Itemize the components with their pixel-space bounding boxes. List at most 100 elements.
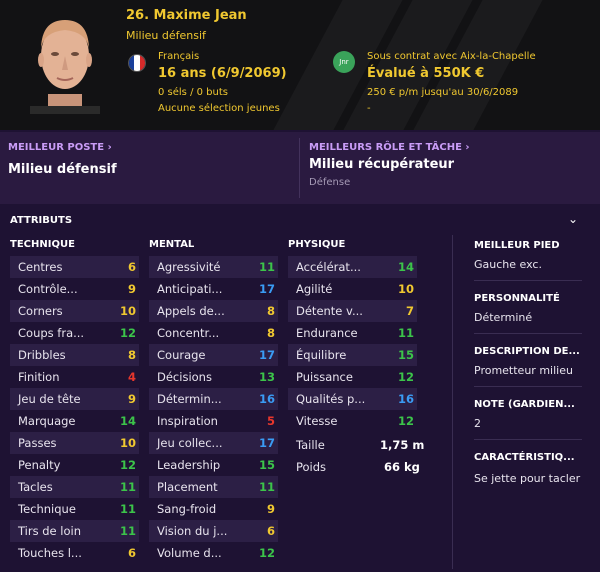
attribute-row[interactable]: Équilibre 15	[288, 344, 417, 366]
attribute-row[interactable]: Dribbles 8	[10, 344, 139, 366]
attribute-label: Qualités p...	[296, 392, 366, 406]
attribute-row[interactable]: Penalty 12	[10, 454, 139, 476]
attribute-label: Contrôle...	[18, 282, 78, 296]
attribute-value: 5	[266, 414, 275, 428]
attribute-row[interactable]: Passes 10	[10, 432, 139, 454]
attribute-row[interactable]: Détermin... 16	[149, 388, 278, 410]
attribute-value: 10	[119, 304, 136, 318]
physique-list: Accélérat... 14 Agilité 10 Détente v... 7 Endu…	[288, 256, 417, 432]
personality-label: PERSONNALITÉ	[474, 293, 560, 304]
attribute-row[interactable]: Décisions 13	[149, 366, 278, 388]
player-avatar	[30, 20, 100, 114]
attribute-row[interactable]: Détente v... 7	[288, 300, 417, 322]
best-role-link[interactable]: MEILLEURS RÔLE ET TÂCHE ›	[309, 142, 470, 153]
attribute-label: Accélérat...	[296, 260, 361, 274]
attribute-row[interactable]: Marquage 14	[10, 410, 139, 432]
attribute-label: Marquage	[18, 414, 76, 428]
player-name: 26. Maxime Jean	[126, 8, 247, 23]
player-contract[interactable]: Sous contrat avec Aix-la-Chapelle	[367, 51, 536, 62]
attribute-row[interactable]: Inspiration 5	[149, 410, 278, 432]
attribute-value: 6	[127, 260, 136, 274]
attribute-label: Concentr...	[157, 326, 220, 340]
attribute-label: Tacles	[18, 480, 53, 494]
player-value: Évalué à 550K €	[367, 66, 485, 81]
attribute-row[interactable]: Endurance 11	[288, 322, 417, 344]
attribute-value: 12	[119, 458, 136, 472]
attribute-label: Équilibre	[296, 348, 347, 362]
attribute-label: Corners	[18, 304, 63, 318]
attribute-value: 17	[258, 282, 275, 296]
attribute-row[interactable]: Anticipati... 17	[149, 278, 278, 300]
traits-value[interactable]: Se jette pour tacler	[474, 472, 580, 485]
attribute-row[interactable]: Contrôle... 9	[10, 278, 139, 300]
attributes-title: ATTRIBUTS	[10, 215, 73, 226]
attribute-value: 9	[127, 392, 136, 406]
attribute-label: Placement	[157, 480, 218, 494]
attribute-row[interactable]: Appels de... 8	[149, 300, 278, 322]
best-foot-value: Gauche exc.	[474, 258, 542, 271]
attribute-row[interactable]: Tacles 11	[10, 476, 139, 498]
best-position-link[interactable]: MEILLEUR POSTE ›	[8, 142, 112, 153]
attribute-value: 12	[397, 370, 414, 384]
attribute-label: Appels de...	[157, 304, 225, 318]
attribute-value: 15	[397, 348, 414, 362]
attributes-panel: ATTRIBUTS ⌄ TECHNIQUE MENTAL PHYSIQUE Ce…	[0, 206, 600, 572]
attribute-row[interactable]: Jeu de tête 9	[10, 388, 139, 410]
traits-label: CARACTÉRISTIQ...	[474, 452, 575, 463]
attribute-row[interactable]: Vitesse 12	[288, 410, 417, 432]
attribute-label: Agilité	[296, 282, 333, 296]
attribute-row[interactable]: Jeu collec... 17	[149, 432, 278, 454]
rating-value: 2	[474, 417, 481, 430]
attribute-row[interactable]: Qualités p... 16	[288, 388, 417, 410]
attribute-value: 14	[119, 414, 136, 428]
attribute-label: Détente v...	[296, 304, 363, 318]
attribute-value: 17	[258, 348, 275, 362]
attribute-value: 14	[397, 260, 414, 274]
attribute-label: Détermin...	[157, 392, 222, 406]
player-age: 16 ans (6/9/2069)	[158, 66, 287, 81]
attribute-row[interactable]: Technique 11	[10, 498, 139, 520]
attribute-row[interactable]: Agressivité 11	[149, 256, 278, 278]
mental-heading: MENTAL	[149, 239, 195, 250]
chevron-down-icon[interactable]: ⌄	[568, 212, 578, 226]
attribute-row[interactable]: Puissance 12	[288, 366, 417, 388]
attribute-row[interactable]: Leadership 15	[149, 454, 278, 476]
attribute-row[interactable]: Agilité 10	[288, 278, 417, 300]
attribute-value: 8	[127, 348, 136, 362]
attribute-value: 13	[258, 370, 275, 384]
attribute-value: 11	[119, 502, 136, 516]
attribute-label: Vitesse	[296, 414, 338, 428]
player-nationality[interactable]: Français	[158, 51, 199, 62]
attribute-label: Jeu de tête	[18, 392, 81, 406]
role-band: MEILLEUR POSTE › Milieu défensif MEILLEU…	[0, 132, 600, 204]
attribute-row[interactable]: Tirs de loin 11	[10, 520, 139, 542]
attribute-row[interactable]: Accélérat... 14	[288, 256, 417, 278]
attribute-row[interactable]: Sang-froid 9	[149, 498, 278, 520]
height-row: Taille 1,75 m	[296, 438, 424, 452]
attribute-value: 15	[258, 458, 275, 472]
attribute-label: Inspiration	[157, 414, 218, 428]
attribute-value: 12	[119, 326, 136, 340]
attribute-row[interactable]: Coups fra... 12	[10, 322, 139, 344]
attribute-value: 11	[397, 326, 414, 340]
attribute-value: 7	[405, 304, 414, 318]
attribute-value: 9	[266, 502, 275, 516]
player-header: 26. Maxime Jean Milieu défensif Français…	[0, 0, 600, 130]
attribute-label: Passes	[18, 436, 57, 450]
player-position: Milieu défensif	[126, 29, 206, 42]
attribute-row[interactable]: Centres 6	[10, 256, 139, 278]
attribute-row[interactable]: Concentr... 8	[149, 322, 278, 344]
technique-heading: TECHNIQUE	[10, 239, 75, 250]
attribute-row[interactable]: Courage 17	[149, 344, 278, 366]
personality-value[interactable]: Déterminé	[474, 311, 532, 324]
attribute-row[interactable]: Touches l... 6	[10, 542, 139, 564]
attribute-row[interactable]: Placement 11	[149, 476, 278, 498]
attribute-row[interactable]: Corners 10	[10, 300, 139, 322]
club-badge-icon[interactable]: Jnr	[333, 51, 355, 73]
attribute-row[interactable]: Volume d... 12	[149, 542, 278, 564]
attribute-row[interactable]: Vision du j... 6	[149, 520, 278, 542]
attribute-value: 16	[258, 392, 275, 406]
side-divider	[474, 280, 582, 281]
attribute-row[interactable]: Finition 4	[10, 366, 139, 388]
attribute-label: Penalty	[18, 458, 61, 472]
